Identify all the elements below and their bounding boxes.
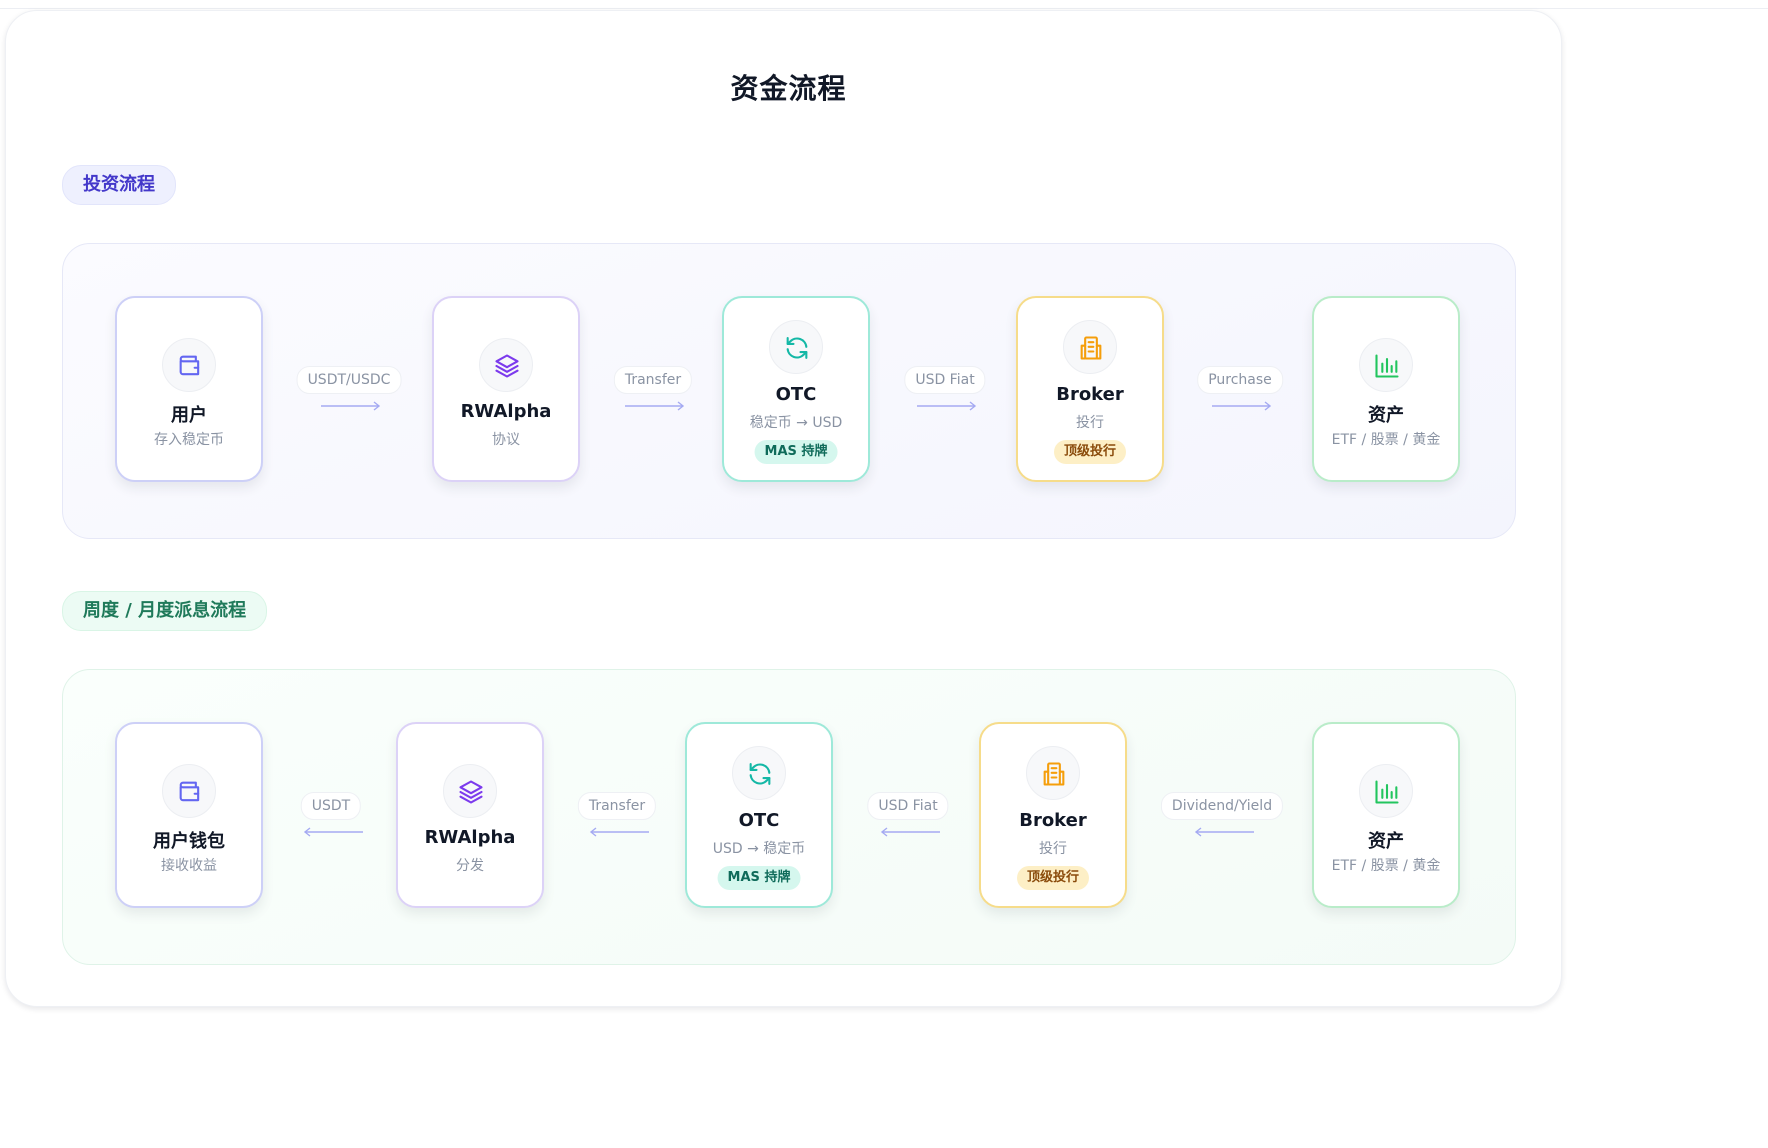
- invest-flow-panel: 用户 存入稳定币 USDT/USDC RWAlpha 协议 Transfer O…: [62, 243, 1516, 539]
- arrow-left-icon: [589, 827, 649, 837]
- dividend-node-assets: 资产 ETF / 股票 / 黄金: [1312, 722, 1460, 908]
- connector-label: Purchase: [1197, 366, 1283, 394]
- node-subtitle: USD → 稳定币: [712, 841, 806, 857]
- refresh-icon: [769, 320, 823, 374]
- arrow-right-icon: [1212, 401, 1272, 411]
- node-subtitle: 协议: [492, 432, 520, 448]
- invest-node-broker: Broker 投行 顶级投行: [1016, 296, 1164, 482]
- bar-chart-icon: [1359, 338, 1413, 392]
- node-name: RWAlpha: [460, 401, 552, 422]
- arrow-right-icon: [321, 401, 381, 411]
- bank-badge: 顶级投行: [1016, 866, 1090, 890]
- invest-node-otc: OTC 稳定币 → USD MAS 持牌: [722, 296, 870, 482]
- node-name: Broker: [1056, 384, 1124, 405]
- node-subtitle: 存入稳定币: [154, 432, 224, 448]
- node-subtitle: 投行: [1039, 841, 1067, 857]
- fund-flow-card: 资金流程 投资流程 用户 存入稳定币 USDT/USDC RWAlpha 协议 …: [5, 10, 1562, 1007]
- invest-node-rwalpha: RWAlpha 协议: [432, 296, 580, 482]
- bank-badge: 顶级投行: [1053, 440, 1127, 464]
- invest-connector-4: Purchase: [1170, 366, 1310, 426]
- building-icon: [1063, 320, 1117, 374]
- dividend-node-broker: Broker 投行 顶级投行: [979, 722, 1127, 908]
- node-name: OTC: [775, 384, 817, 405]
- connector-label: Transfer: [613, 366, 693, 394]
- dividend-node-rwalpha: RWAlpha 分发: [396, 722, 544, 908]
- invest-connector-3: USD Fiat: [875, 366, 1015, 426]
- node-name: Broker: [1019, 810, 1087, 831]
- wallet-icon: [162, 764, 216, 818]
- invest-flow-heading: 投资流程: [62, 165, 176, 205]
- node-name: OTC: [738, 810, 780, 831]
- refresh-icon: [732, 746, 786, 800]
- node-subtitle: 投行: [1076, 415, 1104, 431]
- node-subtitle: ETF / 股票 / 黄金: [1331, 432, 1441, 448]
- layers-icon: [443, 764, 497, 818]
- arrow-left-icon: [880, 827, 940, 837]
- building-icon: [1026, 746, 1080, 800]
- connector-label: USDT: [300, 792, 362, 820]
- node-subtitle: ETF / 股票 / 黄金: [1331, 858, 1441, 874]
- license-badge: MAS 持牌: [754, 440, 838, 464]
- node-subtitle: 接收收益: [161, 858, 217, 874]
- license-badge: MAS 持牌: [717, 866, 801, 890]
- dividend-connector-2: Transfer: [547, 792, 687, 852]
- node-name: 资产: [1368, 405, 1404, 426]
- invest-node-assets: 资产 ETF / 股票 / 黄金: [1312, 296, 1460, 482]
- connector-label: USDT/USDC: [296, 366, 402, 394]
- node-name: 用户钱包: [153, 831, 225, 852]
- dividend-connector-4: Dividend/Yield: [1152, 792, 1292, 852]
- invest-node-user: 用户 存入稳定币: [115, 296, 263, 482]
- top-divider: [0, 8, 1768, 9]
- arrow-left-icon: [1194, 827, 1254, 837]
- arrow-right-icon: [625, 401, 685, 411]
- node-name: 用户: [171, 405, 207, 426]
- dividend-flow-heading: 周度 / 月度派息流程: [62, 591, 268, 631]
- connector-label: USD Fiat: [867, 792, 949, 820]
- invest-connector-2: Transfer: [583, 366, 723, 426]
- arrow-right-icon: [917, 401, 977, 411]
- node-name: 资产: [1368, 831, 1404, 852]
- connector-label: Transfer: [577, 792, 657, 820]
- dividend-connector-3: USD Fiat: [838, 792, 978, 852]
- dividend-node-wallet: 用户钱包 接收收益: [115, 722, 263, 908]
- arrow-left-icon: [303, 827, 363, 837]
- layers-icon: [479, 338, 533, 392]
- page-title: 资金流程: [730, 72, 847, 105]
- wallet-icon: [162, 338, 216, 392]
- connector-label: USD Fiat: [904, 366, 986, 394]
- dividend-flow-panel: 用户钱包 接收收益 USDT RWAlpha 分发 Transfer OTC U…: [62, 669, 1516, 965]
- node-name: RWAlpha: [424, 827, 516, 848]
- connector-label: Dividend/Yield: [1160, 792, 1284, 820]
- node-subtitle: 分发: [456, 858, 484, 874]
- node-subtitle: 稳定币 → USD: [749, 415, 843, 431]
- bar-chart-icon: [1359, 764, 1413, 818]
- dividend-node-otc: OTC USD → 稳定币 MAS 持牌: [685, 722, 833, 908]
- dividend-connector-1: USDT: [261, 792, 401, 852]
- invest-connector-1: USDT/USDC: [279, 366, 419, 426]
